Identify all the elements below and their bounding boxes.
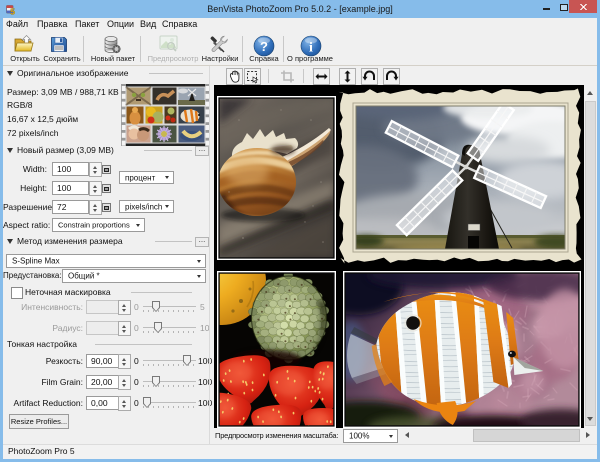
svg-text:5: 5 (10, 7, 15, 16)
svg-text:?: ? (260, 39, 268, 54)
